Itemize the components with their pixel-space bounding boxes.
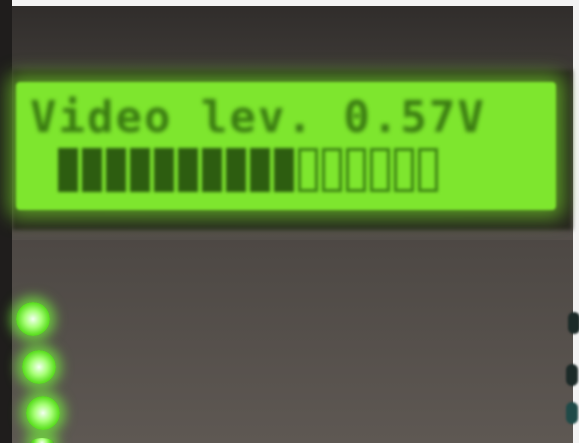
bar-segment-filled xyxy=(82,148,102,192)
device-edge xyxy=(0,0,12,443)
status-led-1 xyxy=(16,302,50,336)
bar-segment-empty xyxy=(370,148,390,192)
bar-segment-empty xyxy=(322,148,342,192)
bar-segment-filled xyxy=(106,148,126,192)
status-led-2 xyxy=(22,350,56,384)
bar-segment-empty xyxy=(346,148,366,192)
bar-segment-filled xyxy=(58,148,78,192)
bar-segment-filled xyxy=(130,148,150,192)
status-led-4 xyxy=(30,438,54,443)
panel-knob-2 xyxy=(566,364,578,386)
panel-knob-3 xyxy=(566,402,578,424)
bar-segment-filled xyxy=(274,148,294,192)
bar-segment-filled xyxy=(202,148,222,192)
device-photo: Video lev. 0.57V xyxy=(0,0,579,443)
bar-segment-filled xyxy=(154,148,174,192)
status-led-3 xyxy=(26,396,60,430)
bar-segment-filled xyxy=(226,148,246,192)
panel-knob-1 xyxy=(568,312,579,334)
lcd-level-bar xyxy=(58,148,528,196)
bar-segment-empty xyxy=(298,148,318,192)
bar-segment-filled xyxy=(178,148,198,192)
bar-segment-empty xyxy=(394,148,414,192)
bar-segment-empty xyxy=(418,148,438,192)
front-panel xyxy=(12,240,573,443)
photo-border-top xyxy=(0,0,579,6)
bar-segment-filled xyxy=(250,148,270,192)
lcd-text-line: Video lev. 0.57V xyxy=(30,92,486,143)
